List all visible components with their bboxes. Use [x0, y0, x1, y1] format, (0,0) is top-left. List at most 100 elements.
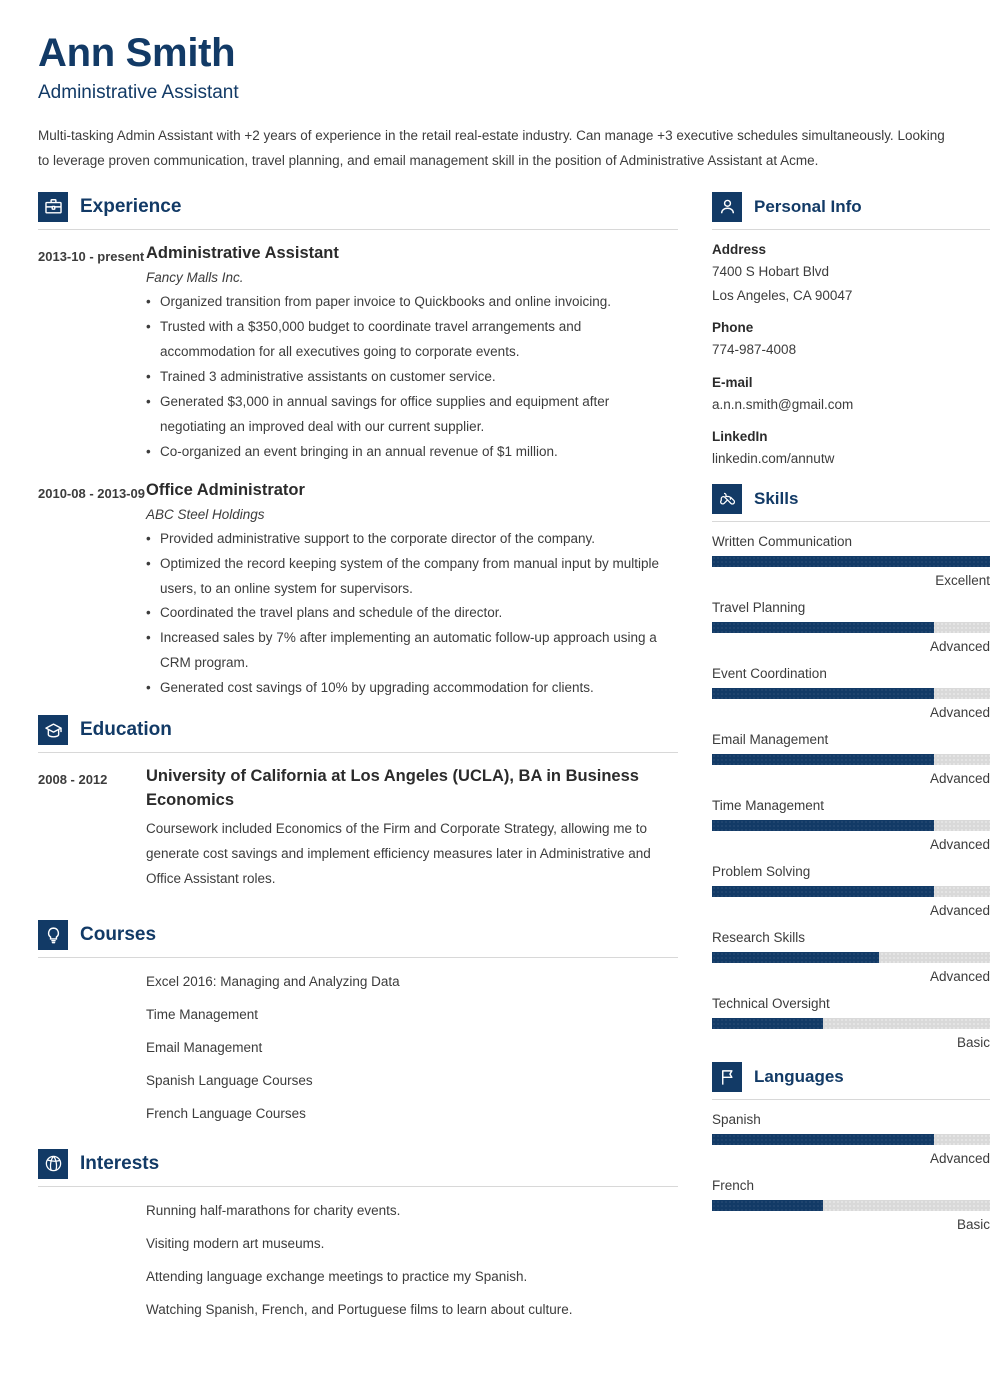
list-item: Spanish Language Courses — [146, 1073, 313, 1088]
entry-body: University of California at Los Angeles … — [146, 765, 678, 892]
skill-level: Advanced — [929, 903, 990, 919]
entry-title: University of California at Los Angeles … — [146, 767, 639, 810]
skill-bar-track — [712, 754, 990, 766]
skill-level: Basic — [956, 1035, 990, 1051]
professional-summary: Multi-tasking Admin Assistant with +2 ye… — [38, 128, 945, 168]
info-value[interactable]: linkedin.com/annutw — [712, 447, 990, 471]
info-value: 774-987-4008 — [712, 342, 797, 358]
skill-name: Technical Oversight — [712, 996, 830, 1012]
section-title-personal-info: Personal Info — [754, 196, 862, 216]
skill-level: Excellent — [935, 573, 990, 589]
skill-item: Travel Planning Advanced — [712, 600, 990, 654]
skill-bar-track — [712, 820, 990, 832]
list-item: Watching Spanish, French, and Portuguese… — [146, 1301, 573, 1317]
language-name: French — [712, 1178, 755, 1194]
skill-item: Email Management Advanced — [712, 732, 990, 786]
interests-list: Running half-marathons for charity event… — [38, 1199, 678, 1323]
info-label: E-mail — [712, 374, 753, 390]
section-title-languages: Languages — [754, 1067, 844, 1087]
info-block: Phone 774-987-4008 — [712, 320, 990, 362]
section-interests: Interests Running half-marathons for cha… — [38, 1148, 678, 1323]
info-block: E-mail a.n.n.smith@gmail.com — [712, 375, 990, 417]
bullet-item: Generated $3,000 in annual savings for o… — [146, 390, 678, 440]
right-column: Personal Info Address 7400 S Hobart Blvd… — [712, 191, 990, 1331]
language-item: Spanish Advanced — [712, 1112, 990, 1166]
skill-level: Advanced — [929, 771, 990, 787]
language-level: Advanced — [929, 1151, 990, 1167]
skill-name: Written Communication — [712, 534, 853, 550]
section-courses: Courses Excel 2016: Managing and Analyzi… — [38, 920, 678, 1127]
info-label: Phone — [712, 320, 754, 336]
entry-title: Office Administrator — [146, 480, 305, 499]
skill-bar-fill — [712, 622, 935, 634]
entry-title: Administrative Assistant — [146, 243, 339, 262]
entry-bullets: Provided administrative support to the c… — [146, 527, 678, 702]
skill-name: Time Management — [712, 798, 825, 814]
list-item: French Language Courses — [146, 1105, 306, 1121]
entry-date: 2010-08 - 2013-09 — [38, 485, 145, 501]
skill-item: Time Management Advanced — [712, 798, 990, 852]
bullet-item: Co-organized an event bringing in an ann… — [146, 440, 678, 465]
skill-bar-track — [712, 688, 990, 700]
resume-header: Ann Smith Administrative Assistant Multi… — [38, 30, 952, 174]
skill-bar-track — [712, 886, 990, 898]
list-item: Running half-marathons for charity event… — [146, 1202, 401, 1218]
info-label: LinkedIn — [712, 429, 768, 445]
section-title-interests: Interests — [80, 1152, 160, 1174]
skill-level: Advanced — [929, 639, 990, 655]
education-entry: 2008 - 2012 University of California at … — [38, 765, 678, 892]
language-bar-fill — [712, 1200, 824, 1212]
section-title-courses: Courses — [80, 924, 157, 946]
flag-icon — [712, 1062, 742, 1093]
resume-body: Experience 2013-10 - present Administrat… — [38, 191, 990, 1331]
language-bar-track — [712, 1134, 990, 1146]
bullet-item: Generated cost savings of 10% by upgradi… — [146, 676, 678, 701]
list-item: Time Management — [146, 1007, 259, 1023]
graduation-cap-icon — [38, 715, 68, 746]
entry-company: ABC Steel Holdings — [146, 506, 265, 522]
skill-name: Travel Planning — [712, 600, 806, 616]
skill-level: Advanced — [929, 837, 990, 853]
skill-item: Problem Solving Advanced — [712, 864, 990, 918]
entry-body: Administrative Assistant Fancy Malls Inc… — [146, 242, 678, 465]
entry-bullets: Organized transition from paper invoice … — [146, 290, 678, 465]
courses-list: Excel 2016: Managing and Analyzing Data … — [38, 970, 678, 1127]
skill-bar-track — [712, 1018, 990, 1030]
bullet-item: Optimized the record keeping system of t… — [146, 552, 678, 602]
briefcase-icon — [38, 191, 68, 222]
bullet-item: Trusted with a $350,000 budget to coordi… — [146, 315, 678, 365]
skill-bar-fill — [712, 820, 935, 832]
language-name: Spanish — [712, 1112, 761, 1128]
skill-bar-fill — [712, 556, 990, 568]
bullet-item: Coordinated the travel plans and schedul… — [146, 601, 678, 626]
bullet-item: Provided administrative support to the c… — [146, 527, 678, 552]
skill-bar-track — [712, 952, 990, 964]
info-block: LinkedIn linkedin.com/annutw — [712, 429, 990, 471]
section-education: Education 2008 - 2012 University of Cali… — [38, 715, 678, 892]
language-level: Basic — [956, 1217, 990, 1233]
skill-bar-track — [712, 556, 990, 568]
bullet-item: Increased sales by 7% after implementing… — [146, 626, 678, 676]
lightbulb-icon — [38, 920, 68, 951]
skill-name: Event Coordination — [712, 666, 827, 682]
section-header-courses: Courses — [38, 920, 678, 959]
skill-item: Technical Oversight Basic — [712, 996, 990, 1050]
section-header-languages: Languages — [712, 1062, 990, 1101]
candidate-job-title: Administrative Assistant — [38, 82, 239, 103]
resume-page: Ann Smith Administrative Assistant Multi… — [0, 0, 990, 1400]
entry-date: 2013-10 - present — [38, 248, 145, 264]
skill-bar-fill — [712, 952, 879, 964]
section-header-interests: Interests — [38, 1148, 678, 1187]
ball-icon — [38, 1148, 68, 1179]
skill-item: Event Coordination Advanced — [712, 666, 990, 720]
skill-bar-fill — [712, 754, 935, 766]
skill-bar-fill — [712, 688, 935, 700]
section-personal-info: Personal Info Address 7400 S Hobart Blvd… — [712, 191, 990, 471]
language-item: French Basic — [712, 1178, 990, 1232]
left-column: Experience 2013-10 - present Administrat… — [38, 191, 678, 1331]
section-header-skills: Skills — [712, 484, 990, 523]
section-title-education: Education — [80, 719, 172, 741]
skill-bar-fill — [712, 886, 935, 898]
info-value[interactable]: a.n.n.smith@gmail.com — [712, 393, 990, 417]
bullet-item: Organized transition from paper invoice … — [146, 290, 678, 315]
